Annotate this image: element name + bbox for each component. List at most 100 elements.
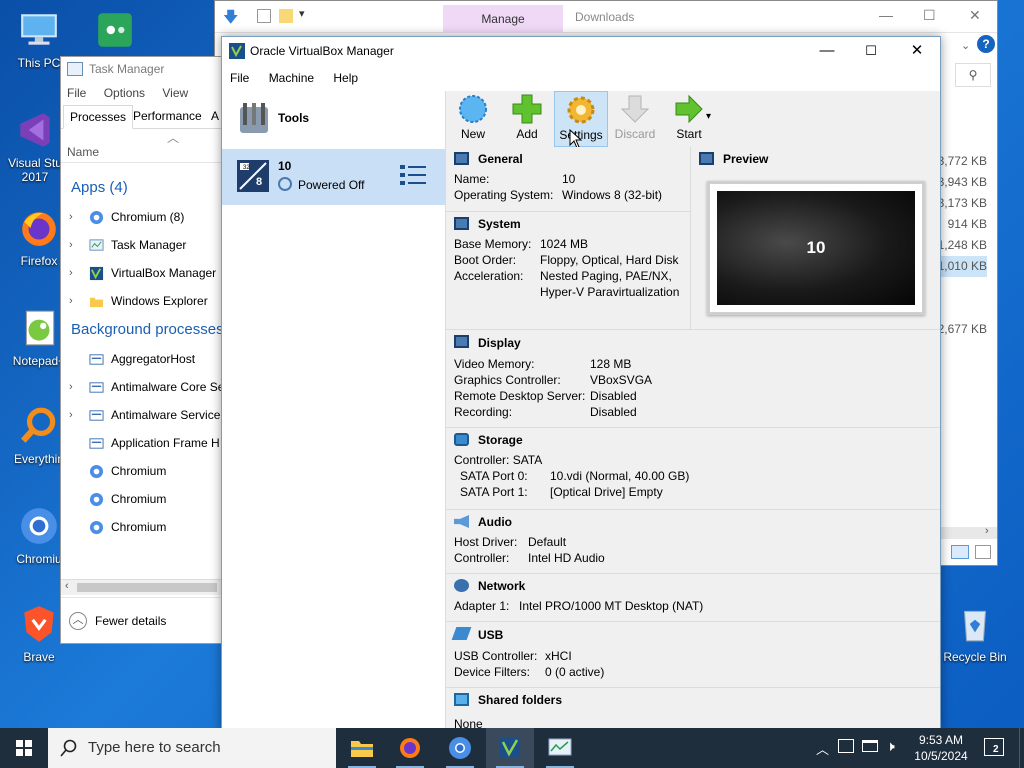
tools-item[interactable]: Tools: [222, 91, 445, 147]
clock[interactable]: 9:53 AM 10/5/2024: [910, 732, 972, 764]
chevron-left-icon[interactable]: ‹: [65, 580, 69, 592]
large-icons-view-icon[interactable]: [975, 545, 991, 559]
list-item[interactable]: › Task Manager: [61, 231, 221, 259]
menu-machine[interactable]: Machine: [269, 71, 314, 85]
virtualbox-icon: [89, 266, 104, 281]
system-tray-icon[interactable]: [838, 739, 854, 753]
display-section[interactable]: Display Video Memory: 128 MB Graphics Con…: [446, 329, 940, 427]
network-icon[interactable]: [862, 740, 878, 752]
chevron-up-icon[interactable]: ︿: [816, 739, 829, 758]
process-name: Chromium (8): [111, 210, 185, 224]
section-title: Storage: [478, 433, 523, 447]
list-item[interactable]: Chromium: [61, 513, 221, 541]
column-header[interactable]: ︿ Name: [61, 129, 221, 163]
chevron-down-icon[interactable]: ⌄: [961, 39, 970, 52]
maximize-icon[interactable]: ☐: [923, 7, 936, 24]
list-item[interactable]: › Antimalware Service: [61, 401, 221, 429]
maximize-icon[interactable]: ☐: [848, 37, 894, 65]
menu-options[interactable]: Options: [104, 86, 145, 100]
folder-icon: [351, 741, 373, 757]
usb-section[interactable]: USB USB Controller: xHCI Device Filters: 0…: [446, 621, 940, 687]
scrollbar-thumb[interactable]: [77, 583, 217, 592]
detail-key: Acceleration:: [454, 269, 524, 283]
checklist-icon[interactable]: [257, 9, 271, 23]
computer-icon: [17, 8, 61, 52]
taskbar-task-manager[interactable]: [536, 728, 584, 768]
list-item[interactable]: Chromium: [61, 457, 221, 485]
minimize-icon[interactable]: —: [804, 37, 850, 65]
chevron-right-icon[interactable]: ›: [69, 203, 73, 231]
desktop-icon-recycle-bin[interactable]: Recycle Bin: [940, 602, 1010, 664]
vm-menu-list-icon[interactable]: [400, 163, 426, 187]
start-menu-button[interactable]: [0, 728, 48, 768]
tab-performance[interactable]: Performance: [127, 105, 208, 129]
taskbar-search-box[interactable]: Type here to search: [48, 728, 336, 768]
storage-disk-icon: [454, 433, 469, 446]
tab-manage[interactable]: Manage: [443, 5, 563, 33]
list-item[interactable]: › Windows Explorer: [61, 287, 221, 315]
taskbar-virtualbox[interactable]: [486, 728, 534, 768]
detail-value: Nested Paging, PAE/NX,: [540, 269, 672, 283]
section-title: Audio: [478, 515, 512, 529]
section-title: Preview: [723, 152, 769, 166]
detail-key: Video Memory:: [454, 357, 535, 371]
process-name: Antimalware Core Se: [111, 380, 222, 394]
close-icon[interactable]: ✕: [894, 37, 940, 65]
menu-view[interactable]: View: [162, 86, 188, 100]
add-button[interactable]: Add: [500, 91, 554, 147]
menu-file[interactable]: File: [230, 71, 249, 85]
system-section[interactable]: System Base Memory: 1024 MB Boot Order: Fl…: [446, 211, 690, 329]
fewer-details-button[interactable]: ︿ Fewer details: [61, 597, 221, 643]
task-manager-window[interactable]: Task Manager File Options View Processes…: [60, 56, 222, 644]
list-item[interactable]: Application Frame H: [61, 429, 221, 457]
chevron-right-icon[interactable]: ›: [69, 287, 73, 315]
help-icon[interactable]: ?: [977, 35, 995, 53]
discard-label: Discard: [614, 127, 656, 141]
window-title: Oracle VirtualBox Manager: [250, 44, 394, 58]
tab-app-history[interactable]: A: [205, 105, 221, 129]
list-item[interactable]: AggregatorHost: [61, 345, 221, 373]
list-item[interactable]: › Chromium (8): [61, 203, 221, 231]
chevron-up-icon: ︿: [167, 131, 180, 145]
menu-file[interactable]: File: [67, 86, 86, 100]
task-manager-icon: [548, 738, 572, 756]
taskbar-chromium[interactable]: [436, 728, 484, 768]
details-view-icon[interactable]: [951, 545, 969, 559]
general-section[interactable]: General Name: 10 Operating System: Windows…: [446, 147, 690, 211]
chevron-down-icon[interactable]: ▾: [299, 7, 305, 20]
show-desktop-button[interactable]: [1019, 728, 1024, 768]
audio-section[interactable]: Audio Host Driver: Default Controller: Int…: [446, 509, 940, 573]
gear-icon: [567, 96, 595, 124]
svg-text:32: 32: [243, 165, 250, 171]
shared-folders-section[interactable]: Shared folders None: [446, 687, 940, 731]
close-icon[interactable]: ✕: [969, 7, 981, 24]
chevron-right-icon[interactable]: ›: [69, 401, 73, 429]
list-item[interactable]: Chromium: [61, 485, 221, 513]
list-item[interactable]: › VirtualBox Manager: [61, 259, 221, 287]
chevron-right-icon[interactable]: ›: [69, 231, 73, 259]
menu-help[interactable]: Help: [333, 71, 358, 85]
horizontal-scrollbar[interactable]: ‹: [61, 579, 221, 595]
start-dropdown-arrow-icon[interactable]: ▾: [706, 111, 711, 122]
virtualbox-manager-window[interactable]: Oracle VirtualBox Manager — ☐ ✕ File Mac…: [221, 36, 941, 732]
volume-muted-icon[interactable]: 🕨: [886, 738, 895, 755]
detail-value: [Optical Drive] Empty: [550, 485, 663, 499]
discard-button[interactable]: Discard: [608, 91, 662, 147]
taskbar-firefox[interactable]: [386, 728, 434, 768]
desktop-icon-game[interactable]: [80, 8, 150, 56]
tab-processes[interactable]: Processes: [63, 105, 134, 129]
search-icon[interactable]: ⚲: [955, 63, 991, 87]
chevron-right-icon[interactable]: ›: [69, 373, 73, 401]
chevron-right-icon[interactable]: ›: [69, 259, 73, 287]
folder-icon[interactable]: [279, 9, 293, 23]
chevron-right-icon[interactable]: ›: [985, 525, 989, 537]
detail-value: 10.vdi (Normal, 40.00 GB): [550, 469, 690, 483]
new-button[interactable]: New: [446, 91, 500, 147]
list-item[interactable]: › Antimalware Core Se: [61, 373, 221, 401]
taskbar-file-explorer[interactable]: [338, 728, 386, 768]
notification-center-icon[interactable]: 2: [984, 738, 1004, 756]
network-section[interactable]: Network Adapter 1: Intel PRO/1000 MT Desk…: [446, 573, 940, 621]
vm-list-item[interactable]: 32 8 10 Powered Off: [222, 149, 446, 205]
minimize-icon[interactable]: —: [879, 7, 893, 23]
storage-section[interactable]: Storage Controller: SATA SATA Port 0: 10.…: [446, 427, 940, 509]
